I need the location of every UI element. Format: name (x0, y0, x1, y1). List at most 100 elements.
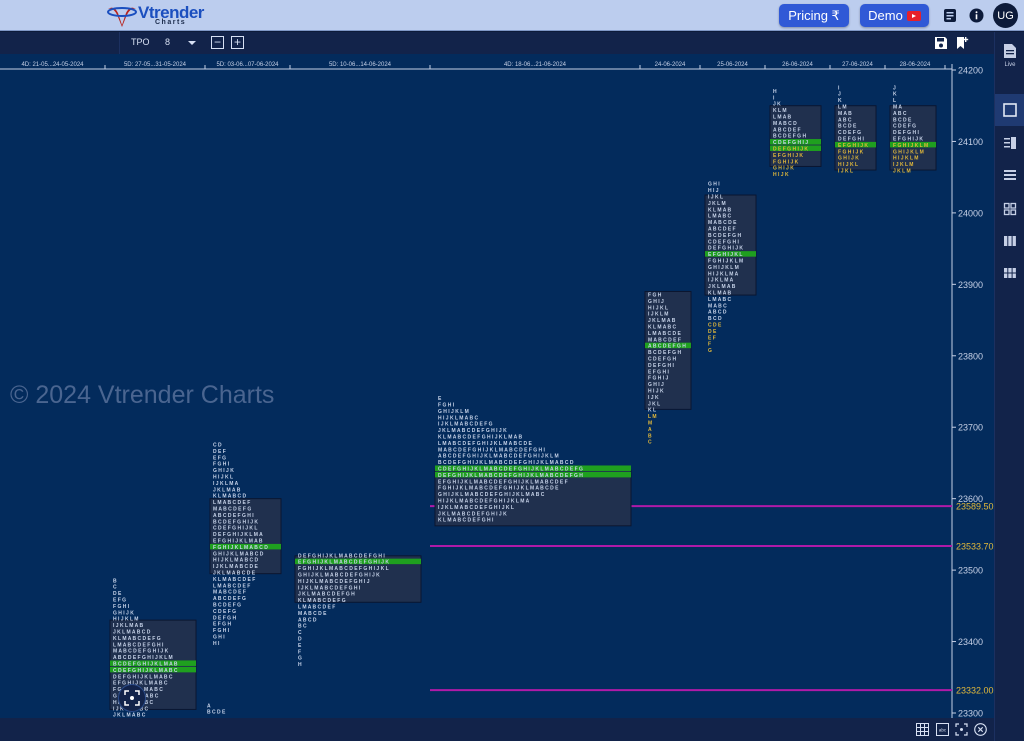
tpo-row: A B C D E F (708, 227, 736, 233)
tpo-size-select[interactable]: 8 (165, 37, 170, 47)
multi-grid-button[interactable] (995, 258, 1024, 288)
rows-view-icon (1004, 170, 1016, 180)
tpo-row: G H I J K (213, 468, 234, 474)
tpo-row: E F G H I J K L M A B C D E F G H I J K (298, 560, 389, 566)
tpo-row: E F G H I J K L M A B C D E F G H I J K … (438, 479, 568, 485)
tpo-row: I (838, 85, 840, 91)
tpo-row: H I J (708, 188, 719, 194)
tpo-row: A B C D E F G H I (213, 513, 254, 519)
pricing-button[interactable]: Pricing ₹ (779, 4, 849, 27)
tpo-row: F G H I (213, 628, 230, 634)
tpo-row: I J K L M A (708, 278, 734, 284)
tpo-row: F (298, 649, 301, 655)
chevron-down-icon[interactable] (188, 41, 196, 45)
bookmark-add-icon[interactable] (955, 36, 969, 50)
snapshot-button[interactable] (118, 684, 146, 712)
tpo-row: G H I J K (838, 156, 859, 162)
zoom-out-button[interactable]: − (211, 36, 224, 49)
close-circle-icon[interactable] (974, 723, 987, 736)
zoom-in-button[interactable]: + (231, 36, 244, 49)
tpo-row: M A B C D E (298, 611, 327, 617)
tpo-row: D E F G H I J K (773, 146, 808, 152)
columns-view-button[interactable] (995, 226, 1024, 256)
tpo-row: K L M A B C (648, 324, 677, 330)
tpo-row: L M (648, 414, 657, 420)
bottom-bar: abc (0, 718, 994, 741)
tpo-row: G H I J K L M A B C D E F G H I J K L M … (438, 492, 545, 498)
tpo-row: F G H I J (648, 376, 669, 382)
tpo-row: C (648, 440, 652, 446)
tpo-chart-area[interactable]: 4D: 21-05...24-05-2024 5D: 27-05...31-05-… (0, 54, 994, 725)
tpo-row: H I J K L M A B C D E F G H I J K L M A (438, 498, 530, 504)
tpo-row: D E F G H I (648, 363, 674, 369)
tpo-row: D (298, 636, 302, 642)
svg-text:abc: abc (939, 728, 947, 733)
tpo-row: J K L M A B C D E F G H (298, 592, 355, 598)
columns-view-icon (1004, 236, 1016, 246)
tpo-row: M A B C (708, 303, 727, 309)
y-tick-label: 24200 (958, 66, 983, 76)
tpo-row: D E F G H I (893, 130, 919, 136)
tpo-row: G (298, 656, 302, 662)
tpo-row: B C (298, 624, 307, 630)
tpo-row: I J K L M A B C D E F G (438, 422, 493, 428)
tpo-row: B (648, 433, 652, 439)
tpo-row: A B C D (708, 310, 727, 316)
tpo-row: G H I (213, 635, 225, 641)
tpo-row: H I J K L M (893, 156, 918, 162)
tpo-row: I J K L M A B (113, 623, 143, 629)
user-avatar[interactable]: UG (993, 3, 1018, 28)
y-tick-label: 24000 (958, 208, 983, 218)
save-icon[interactable] (934, 36, 948, 50)
tpo-row: J K L M A B (648, 318, 676, 324)
tpo-row: G H I J K L M A B C D (213, 551, 264, 557)
tpo-row: D E F (213, 449, 226, 455)
notes-icon[interactable] (943, 8, 958, 23)
focus-icon[interactable] (955, 723, 968, 736)
tpo-row: B C D E F G H (708, 233, 741, 239)
pricing-label: Pricing ₹ (788, 7, 840, 23)
abc-icon[interactable]: abc (936, 723, 949, 736)
table-icon[interactable] (916, 723, 929, 736)
tpo-row: B C D E (207, 710, 226, 716)
live-label: Live (1004, 62, 1016, 68)
tpo-row: B C D E F G H (773, 134, 806, 140)
tpo-row: E F G H I J K (838, 143, 868, 149)
grid-view-button[interactable] (995, 194, 1024, 224)
tpo-row: H I J K L M A B C D (213, 558, 258, 564)
tpo-row: D E F G H I J K L M A B C (113, 674, 173, 680)
tpo-row: L M A B C (708, 297, 732, 303)
tpo-row: F G H I J K L M A B C D (213, 545, 268, 551)
info-icon[interactable] (969, 8, 984, 23)
tpo-row: D E F G H I J K (708, 246, 743, 252)
tpo-row: F G H I J K L M (893, 143, 928, 149)
y-tick-label: 23900 (958, 280, 983, 290)
tpo-row: H (298, 662, 302, 668)
tpo-row: C D E F G H I (708, 239, 739, 245)
tpo-row: F G H I (213, 462, 230, 468)
tpo-row: A B C D E F G H I J K L M (113, 655, 173, 661)
single-view-icon (1003, 103, 1017, 117)
single-view-button[interactable] (995, 94, 1024, 126)
tpo-row: J (838, 92, 841, 98)
tpo-row: J (893, 85, 896, 91)
tpo-row: B C D E F G (213, 603, 241, 609)
tpo-row: A (648, 427, 652, 433)
tpo-row: K L M A B C D (213, 494, 247, 500)
vtrender-logo[interactable]: Vtrender Charts (106, 2, 204, 29)
tpo-row: M (648, 420, 652, 426)
split-view-button[interactable] (995, 128, 1024, 158)
tpo-row: J K (773, 102, 781, 108)
toolbar-divider (119, 32, 120, 54)
tpo-row: E F G (113, 597, 126, 603)
tpo-row: I J K L M (893, 162, 913, 168)
tpo-row: C D E F G H I J K L (213, 526, 257, 532)
tpo-row: C D E F G H I J K L M A B C D E F G H I … (438, 466, 583, 472)
rows-view-button[interactable] (995, 160, 1024, 190)
tpo-row: B C D E F G H I J K L M A B (113, 661, 178, 667)
tpo-row: A B C (838, 117, 852, 123)
y-tick-label: 23800 (958, 351, 983, 361)
y-tick-label: 23300 (958, 709, 983, 719)
tpo-row: M A B C D E F (213, 590, 246, 596)
demo-button[interactable]: Demo (860, 4, 929, 27)
